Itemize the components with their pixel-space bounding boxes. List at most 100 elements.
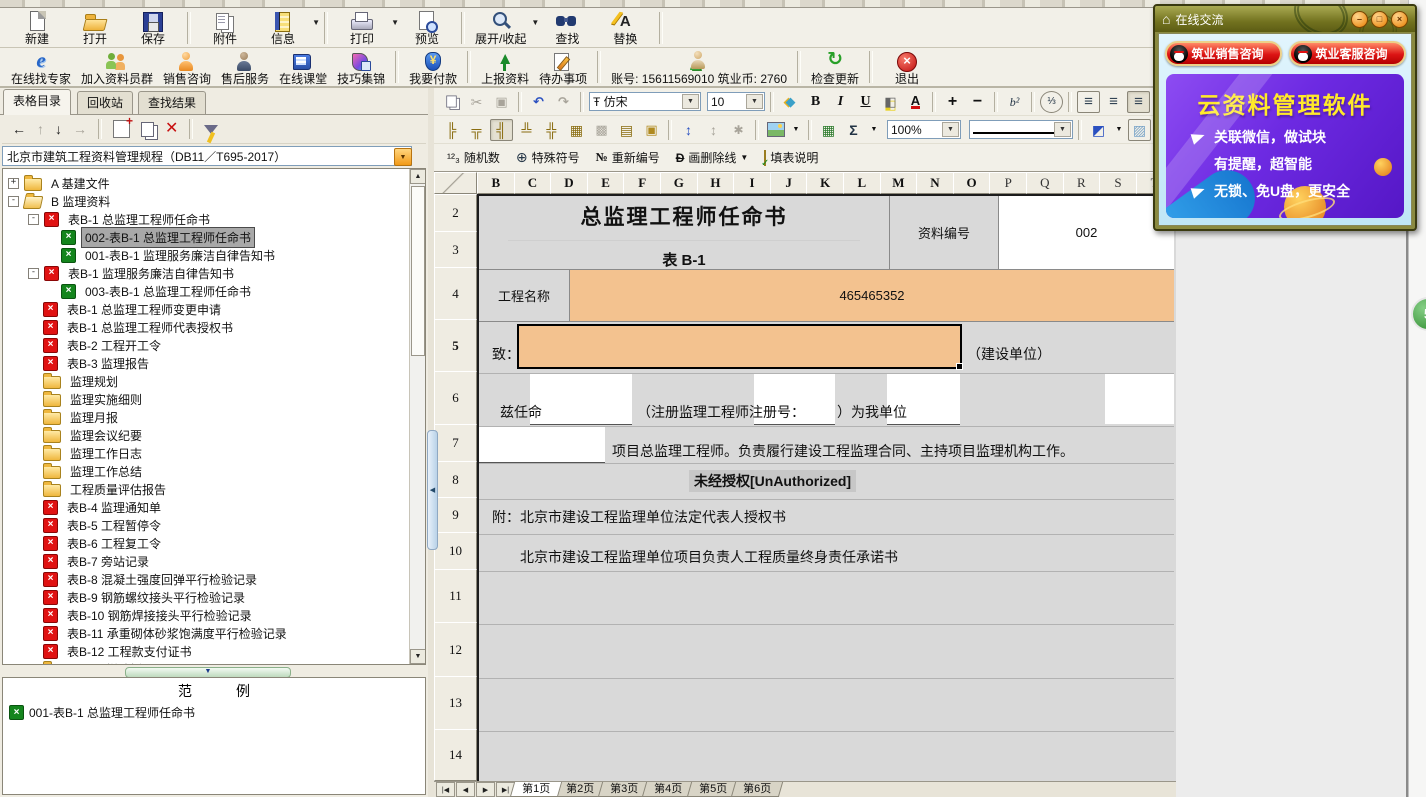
- bold-icon[interactable]: B: [804, 91, 827, 113]
- column-header-F[interactable]: F: [623, 172, 661, 194]
- format-button-随机数[interactable]: ¹²₃随机数: [440, 147, 507, 169]
- fraction-icon[interactable]: ⅓: [1040, 91, 1063, 113]
- example-splitter[interactable]: ▼: [2, 665, 426, 677]
- format-button-画删除线[interactable]: Đ画删除线▼: [669, 147, 756, 169]
- select-all-corner[interactable]: [434, 172, 477, 194]
- example-item[interactable]: ×001-表B-1 总监理工程师任命书: [9, 704, 195, 721]
- column-header-K[interactable]: K: [806, 172, 844, 194]
- move-up-icon[interactable]: ↑: [37, 122, 44, 136]
- doc-title-cell[interactable]: 总监理工程师任命书 表 B-1: [479, 196, 890, 269]
- scroll-up-icon[interactable]: ▲: [410, 169, 426, 184]
- minimize-button[interactable]: –: [1351, 11, 1368, 28]
- row-header-8[interactable]: 8: [434, 461, 477, 498]
- fill-color-icon[interactable]: ◧: [879, 91, 902, 113]
- undo-icon[interactable]: ↶: [527, 91, 550, 113]
- toolbar-button-加入资料员群[interactable]: 加入资料员群: [76, 48, 158, 86]
- toolbar-button-新建[interactable]: 新建: [8, 9, 66, 47]
- line-spacing-decrease-icon[interactable]: ↕: [702, 119, 725, 141]
- sheet-tab-第1页[interactable]: 第1页: [510, 782, 562, 797]
- filter-icon[interactable]: [204, 125, 218, 134]
- collapse-icon[interactable]: -: [8, 196, 19, 207]
- dropdown-arrow-icon[interactable]: ▼: [312, 18, 320, 27]
- format-button-特殊符号[interactable]: ⊕特殊符号: [509, 147, 587, 169]
- sheet-tab-第6页[interactable]: 第6页: [730, 782, 782, 797]
- column-header-J[interactable]: J: [770, 172, 808, 194]
- dropdown-arrow-icon[interactable]: ▼: [1054, 122, 1071, 137]
- toolbar-button-附件[interactable]: 附件: [196, 9, 254, 47]
- scrollbar-thumb[interactable]: [411, 186, 425, 356]
- toolbar-button-销售咨询[interactable]: 销售咨询: [158, 48, 216, 86]
- column-header-R[interactable]: R: [1063, 172, 1101, 194]
- row-header-5[interactable]: 5: [434, 319, 477, 372]
- paste-icon[interactable]: ▣: [490, 91, 513, 113]
- tree-item[interactable]: ×表B-2 工程开工令: [43, 336, 165, 354]
- tree-item[interactable]: ×001-表B-1 监理服务廉洁自律告知书: [61, 246, 279, 264]
- font-size-select[interactable]: 10▼: [707, 92, 765, 111]
- align-left-icon[interactable]: ≡: [1102, 91, 1125, 113]
- toolbar-button-预览[interactable]: 预览: [398, 9, 456, 47]
- increase-font-icon[interactable]: +: [941, 91, 964, 113]
- redo-icon[interactable]: ↷: [552, 91, 575, 113]
- row-header-3[interactable]: 3: [434, 231, 477, 268]
- appointee-field[interactable]: [530, 374, 632, 425]
- move-right-icon[interactable]: →: [73, 122, 87, 136]
- copy-form-icon[interactable]: [141, 122, 154, 137]
- fill-border-icon[interactable]: ▨: [1128, 119, 1151, 141]
- column-header-C[interactable]: C: [514, 172, 552, 194]
- tree-item[interactable]: 监理月报: [43, 408, 122, 426]
- chat-button-筑业客服咨询[interactable]: 筑业客服咨询: [1289, 41, 1406, 66]
- row-header-14[interactable]: 14: [434, 729, 477, 781]
- tree-item[interactable]: ×002-表B-1 总监理工程师任命书: [61, 228, 255, 246]
- insert-column-icon[interactable]: ╠: [440, 119, 463, 141]
- toolbar-button-查找[interactable]: 查找: [538, 9, 596, 47]
- line-spacing-increase-icon[interactable]: ↕: [677, 119, 700, 141]
- close-button[interactable]: ×: [1391, 11, 1408, 28]
- tree-item[interactable]: +A 基建文件: [8, 174, 114, 192]
- toolbar-button-信息[interactable]: 信息▼: [254, 9, 319, 47]
- decrease-font-icon[interactable]: −: [966, 91, 989, 113]
- toolbar-button-保存[interactable]: 保存: [124, 9, 182, 47]
- tab-回收站[interactable]: 回收站: [77, 91, 133, 114]
- insert-image-icon[interactable]: [764, 119, 787, 141]
- toolbar-button-售后服务[interactable]: 售后服务: [216, 48, 274, 86]
- tree-item[interactable]: 监理实施细则: [43, 390, 146, 408]
- next-sheet-icon[interactable]: ▶: [476, 782, 495, 797]
- superscript-icon[interactable]: b²: [1003, 91, 1026, 113]
- insert-row-icon[interactable]: ╦: [465, 119, 488, 141]
- lock-cell-icon[interactable]: ▣: [640, 119, 663, 141]
- restore-button[interactable]: □: [1371, 11, 1388, 28]
- row-header-2[interactable]: 2: [434, 194, 477, 232]
- first-sheet-icon[interactable]: |◀: [436, 782, 455, 797]
- format-painter-icon[interactable]: ◆: [779, 91, 802, 113]
- font-color-icon[interactable]: A: [904, 91, 927, 113]
- italic-icon[interactable]: I: [829, 91, 852, 113]
- format-button-填表说明[interactable]: 填表说明: [757, 147, 825, 169]
- extra-field[interactable]: [1105, 374, 1174, 424]
- toolbar-button-在线找专家[interactable]: e在线找专家: [6, 48, 76, 86]
- toolbar-button-在线课堂[interactable]: 在线课堂: [274, 48, 332, 86]
- font-name-select[interactable]: Ŧ 仿宋▼: [589, 92, 701, 111]
- underline-icon[interactable]: U: [854, 91, 877, 113]
- cut-icon[interactable]: ✂: [465, 91, 488, 113]
- merge-cells-icon[interactable]: ╬: [540, 119, 563, 141]
- toolbar-button-打印[interactable]: 打印▼: [333, 9, 398, 47]
- align-justify-icon[interactable]: ≡: [1077, 91, 1100, 113]
- line-style-select[interactable]: ▼: [969, 120, 1073, 139]
- copy-icon[interactable]: [440, 91, 463, 113]
- engineer-name-field[interactable]: [479, 427, 605, 463]
- column-header-D[interactable]: D: [550, 172, 588, 194]
- tree-item[interactable]: ×表B-12 工程款支付证书: [43, 642, 196, 660]
- toolbar-button-上报资料[interactable]: ▲上报资料: [476, 48, 534, 86]
- tree-item[interactable]: ×003-表B-1 总监理工程师任命书: [61, 282, 255, 300]
- toolbar-button-替换[interactable]: A替换: [596, 9, 654, 47]
- new-form-icon[interactable]: [113, 120, 130, 138]
- catalog-select[interactable]: 北京市建筑工程资料管理规程（DB11／T695-2017）: [2, 146, 412, 166]
- dropdown-arrow-icon[interactable]: ▼: [942, 122, 959, 137]
- column-header-H[interactable]: H: [697, 172, 735, 194]
- tree-item[interactable]: 工程质量评估报告: [43, 480, 170, 498]
- border-color-icon[interactable]: ◩: [1087, 119, 1110, 141]
- catalog-select-dropdown-button[interactable]: ▼: [394, 148, 412, 166]
- tree-item[interactable]: ×表B-5 工程暂停令: [43, 516, 165, 534]
- zoom-select[interactable]: 100%▼: [887, 120, 961, 139]
- dropdown-arrow-icon[interactable]: ▼: [740, 153, 748, 162]
